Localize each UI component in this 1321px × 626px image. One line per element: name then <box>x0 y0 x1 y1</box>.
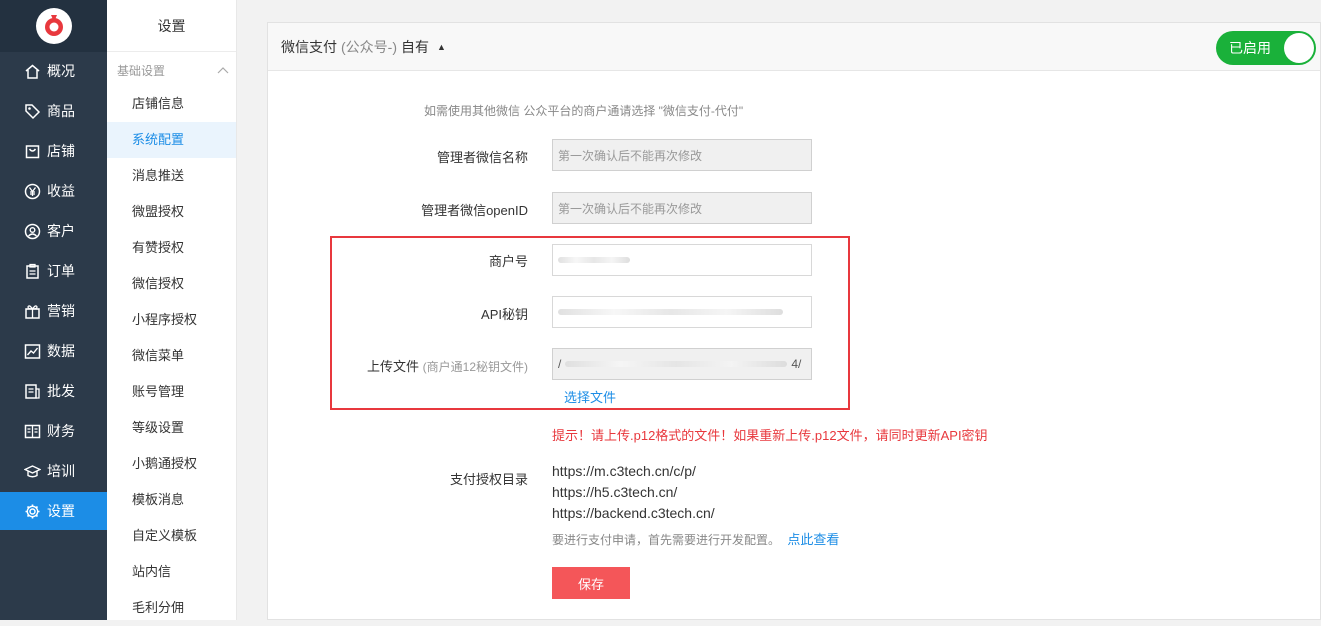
nav-item-9[interactable]: 财务 <box>0 412 107 450</box>
api-key-masked <box>558 309 783 315</box>
nav-item-10[interactable]: 培训 <box>0 452 107 490</box>
subnav-item-6[interactable]: 小程序授权 <box>107 302 236 338</box>
subnav-item-12[interactable]: 自定义模板 <box>107 518 236 554</box>
nav-item-8[interactable]: 批发 <box>0 372 107 410</box>
auth-dir-note: 要进行支付申请，首先需要进行开发配置。 点此查看 <box>552 529 839 548</box>
nav-item-0[interactable]: 概况 <box>0 52 107 90</box>
nav-item-label: 数据 <box>47 343 75 359</box>
gift-icon <box>25 304 40 319</box>
admin-name-placeholder: 第一次确认后不能再次修改 <box>558 148 703 163</box>
auth-dir-url: https://backend.c3tech.cn/ <box>552 505 715 521</box>
subnav-group-basic[interactable]: 基础设置 <box>107 52 237 88</box>
subnav-item-8[interactable]: 账号管理 <box>107 374 236 410</box>
nav-item-7[interactable]: 数据 <box>0 332 107 370</box>
admin-openid-input[interactable]: 第一次确认后不能再次修改 <box>552 192 812 224</box>
nav-item-3[interactable]: 收益 <box>0 172 107 210</box>
user-icon <box>24 223 41 239</box>
settings-subnav: 设置 基础设置 店铺信息 系统配置 消息推送 微盟授权 有赞授权 微信授权 小程序授权 微信菜… <box>107 0 237 620</box>
gear-icon <box>25 504 40 518</box>
upload-label-hint: (商户通12秘钥文件) <box>422 360 528 374</box>
nav-item-5[interactable]: 订单 <box>0 252 107 290</box>
merchant-id-input[interactable] <box>552 244 812 276</box>
admin-openid-placeholder: 第一次确认后不能再次修改 <box>558 201 703 216</box>
nav-item-label: 概况 <box>47 63 75 79</box>
wholesale-icon <box>25 383 40 399</box>
nav-item-1[interactable]: 商品 <box>0 92 107 130</box>
nav-item-4[interactable]: 客户 <box>0 212 107 250</box>
enabled-toggle[interactable]: 已启用 <box>1216 31 1316 65</box>
admin-name-label: 管理者微信名称 <box>436 150 528 165</box>
auth-dir-url: https://h5.c3tech.cn/ <box>552 484 678 500</box>
subnav-group-label: 基础设置 <box>117 63 166 78</box>
subnav-item-5[interactable]: 微信授权 <box>107 266 236 302</box>
nav-item-label: 设置 <box>47 503 75 519</box>
toggle-knob <box>1284 33 1314 63</box>
upload-label: 上传文件 (商户通12秘钥文件) <box>268 356 528 375</box>
nav-item-label: 订单 <box>47 263 75 279</box>
subnav-item-9[interactable]: 等级设置 <box>107 410 236 446</box>
toggle-label: 已启用 <box>1229 40 1271 56</box>
admin-name-input[interactable]: 第一次确认后不能再次修改 <box>552 139 812 171</box>
upload-label-text: 上传文件 <box>367 359 420 374</box>
main-nav: 概况商品店铺收益客户订单营销数据批发财务培训设置 <box>0 0 107 620</box>
upload-path-prefix: / <box>558 357 562 371</box>
subnav-item-13[interactable]: 站内信 <box>107 554 236 590</box>
merchant-id-label: 商户号 <box>488 254 528 269</box>
intro-text: 如需使用其他微信 公众平台的商户通请选择 "微信支付-代付" <box>424 104 744 118</box>
subnav-item-2[interactable]: 消息推送 <box>107 158 236 194</box>
subnav-item-4[interactable]: 有赞授权 <box>107 230 236 266</box>
tag-icon <box>25 103 41 119</box>
admin-openid-label: 管理者微信openID <box>421 203 528 218</box>
nav-item-6[interactable]: 营销 <box>0 292 107 330</box>
nav-item-label: 收益 <box>47 183 75 199</box>
ledger-icon <box>24 424 41 438</box>
subnav-item-11[interactable]: 模板消息 <box>107 482 236 518</box>
auth-dir-url: https://m.c3tech.cn/c/p/ <box>552 463 696 479</box>
nav-item-11[interactable]: 设置 <box>0 492 107 530</box>
save-button[interactable]: 保存 <box>552 567 630 599</box>
upload-path-masked <box>565 361 788 367</box>
panel-title-paren: (公众号-) <box>341 38 397 55</box>
api-key-input[interactable] <box>552 296 812 328</box>
merchant-id-masked <box>558 257 630 263</box>
logo[interactable] <box>0 0 107 52</box>
nav-item-label: 营销 <box>47 303 75 319</box>
nav-item-label: 培训 <box>47 463 75 479</box>
subnav-item-0[interactable]: 店铺信息 <box>107 86 236 122</box>
nav-item-2[interactable]: 店铺 <box>0 132 107 170</box>
subnav-item-14[interactable]: 毛利分佣 <box>107 590 236 626</box>
yen-icon <box>24 183 41 199</box>
clipboard-icon <box>26 263 39 279</box>
panel-title-suffix: 自有 <box>401 38 429 55</box>
subnav-item-7[interactable]: 微信菜单 <box>107 338 236 374</box>
auth-dir-list: https://m.c3tech.cn/c/p/https://h5.c3tec… <box>552 461 715 524</box>
chart-icon <box>24 343 41 359</box>
caret-up-icon: ▲ <box>437 41 446 52</box>
payment-config-panel: 微信支付 (公众号-) 自有 ▲ 已启用 如需使用其他微信 公众平台的商户通请选… <box>267 22 1321 620</box>
upload-path-input[interactable]: / 4/ <box>552 348 812 380</box>
panel-header[interactable]: 微信支付 (公众号-) 自有 ▲ <box>268 23 1320 71</box>
auth-dir-label: 支付授权目录 <box>449 472 528 487</box>
view-here-link[interactable]: 点此查看 <box>787 532 839 547</box>
api-key-label: API秘钥 <box>481 307 528 322</box>
panel-title: 微信支付 <box>281 38 337 55</box>
subnav-item-10[interactable]: 小鹅通授权 <box>107 446 236 482</box>
subnav-item-3[interactable]: 微盟授权 <box>107 194 236 230</box>
auth-dir-note-text: 要进行支付申请，首先需要进行开发配置。 <box>552 533 781 547</box>
upload-path-suffix: 4/ <box>791 357 802 371</box>
upload-warning: 提示！请上传.p12格式的文件！如果重新上传.p12文件，请同时更新API密钥 <box>552 428 988 443</box>
subnav-title: 设置 <box>107 0 236 52</box>
home-icon <box>25 64 40 79</box>
nav-item-label: 批发 <box>47 383 75 399</box>
subnav-item-1[interactable]: 系统配置 <box>107 122 236 158</box>
shop-icon <box>25 144 40 158</box>
chevron-up-icon <box>217 67 229 74</box>
choose-file-link[interactable]: 选择文件 <box>564 387 616 406</box>
graduation-icon <box>24 464 41 477</box>
logo-icon <box>35 8 72 44</box>
nav-item-label: 客户 <box>47 223 75 239</box>
nav-item-label: 店铺 <box>47 143 75 159</box>
nav-item-label: 财务 <box>47 423 75 439</box>
nav-item-label: 商品 <box>47 103 75 119</box>
